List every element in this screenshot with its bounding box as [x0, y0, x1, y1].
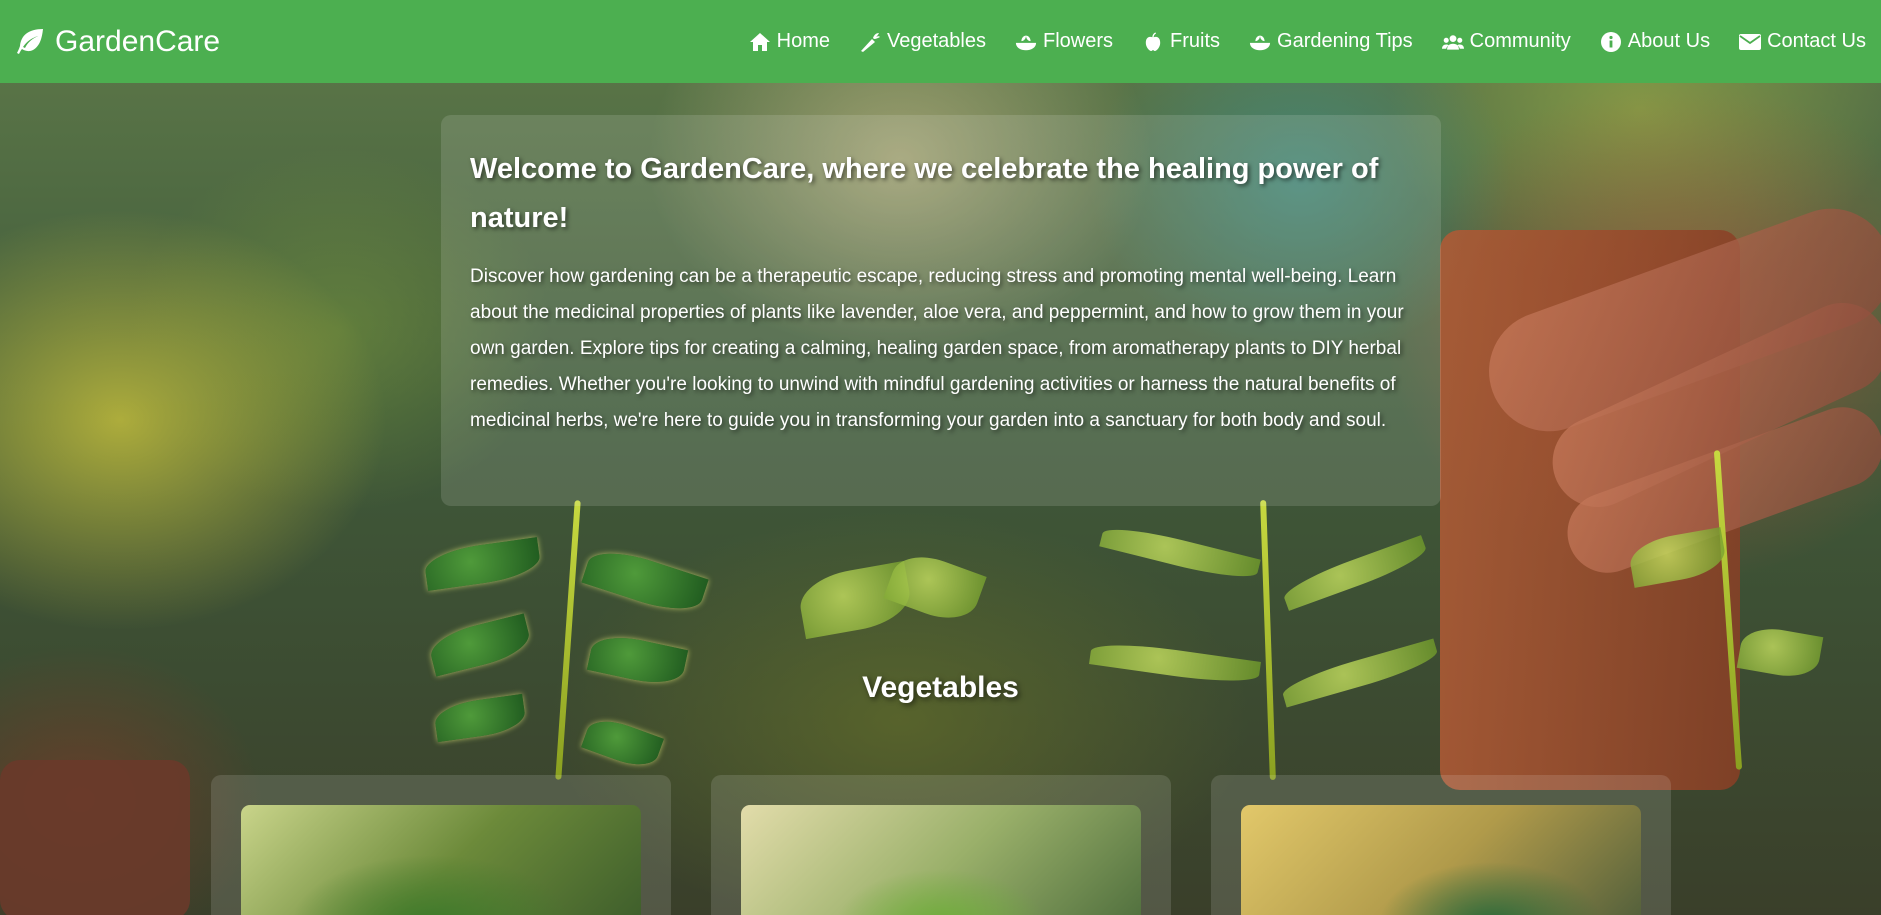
- info-icon: [1600, 31, 1622, 53]
- vegetable-card[interactable]: [1211, 775, 1671, 915]
- nav-item-gardening-tips[interactable]: Gardening Tips: [1249, 30, 1413, 53]
- nav-item-label: Flowers: [1043, 30, 1114, 52]
- vegetable-card-image: [1241, 805, 1641, 915]
- nav-item-community[interactable]: Community: [1441, 30, 1571, 53]
- users-icon: [1441, 31, 1464, 53]
- seedling-icon: [1249, 31, 1271, 53]
- nav-item-fruits[interactable]: Fruits: [1142, 30, 1220, 53]
- nav-item-flowers[interactable]: Flowers: [1015, 30, 1113, 53]
- nav-item-label: Vegetables: [887, 30, 986, 52]
- nav-item-label: About Us: [1627, 30, 1711, 52]
- nav-item-vegetables[interactable]: Vegetables: [859, 30, 986, 53]
- nav-item-home[interactable]: Home: [749, 30, 830, 53]
- vegetable-card-image: [741, 805, 1141, 915]
- vegetable-card[interactable]: [211, 775, 671, 915]
- nav-item-label: Gardening Tips: [1277, 30, 1413, 52]
- nav-item-label: Fruits: [1170, 30, 1221, 52]
- nav-item-label: Community: [1469, 30, 1571, 52]
- section-title: Vegetables: [862, 671, 1019, 704]
- brand-name: GardenCare: [55, 24, 221, 58]
- nav-item-label: Contact Us: [1767, 30, 1866, 52]
- nav-item-contact-us[interactable]: Contact Us: [1739, 30, 1866, 53]
- apple-icon: [1142, 31, 1164, 53]
- welcome-text: Discover how gardening can be a therapeu…: [470, 266, 1404, 431]
- welcome-panel: Welcome to GardenCare, where we celebrat…: [441, 115, 1441, 506]
- leaf-icon: [15, 26, 47, 58]
- main-nav: Home Vegetables Flowers Fruits Gardening…: [720, 30, 1866, 53]
- vegetable-card-image: [241, 805, 641, 915]
- welcome-heading: Welcome to GardenCare, where we celebrat…: [470, 153, 1379, 234]
- envelope-icon: [1739, 31, 1762, 53]
- brand-logo[interactable]: GardenCare: [15, 25, 220, 59]
- nav-item-label: Home: [776, 30, 831, 52]
- navbar: GardenCare Home Vegetables Flowers Fruit…: [0, 0, 1881, 83]
- nav-item-about-us[interactable]: About Us: [1600, 30, 1710, 53]
- carrot-icon: [859, 31, 881, 53]
- vegetable-card[interactable]: [711, 775, 1171, 915]
- seedling-icon: [1015, 31, 1037, 53]
- home-icon: [749, 31, 771, 53]
